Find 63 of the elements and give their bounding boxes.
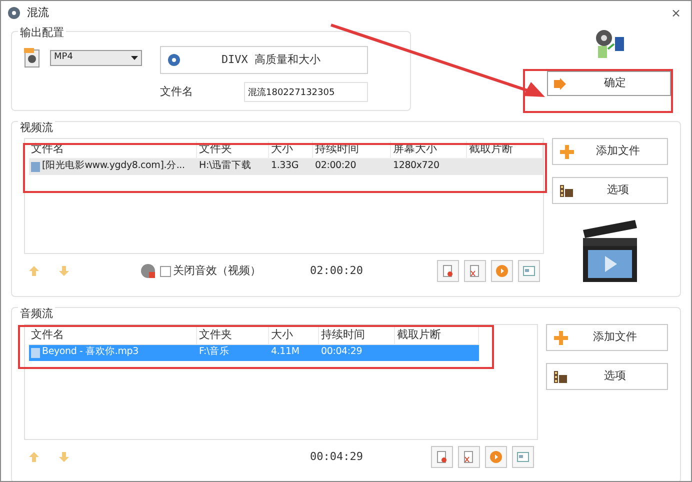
add-clip-button[interactable]: [437, 260, 459, 282]
remove-button[interactable]: [464, 260, 486, 282]
total-duration: 02:00:20: [310, 262, 363, 279]
film-icon: [552, 368, 569, 384]
table-cell-text: 1.33G: [271, 159, 299, 174]
column-header[interactable]: 持续时间: [319, 327, 395, 344]
down-arrow-icon[interactable]: [58, 451, 70, 463]
down-arrow-icon[interactable]: [58, 265, 70, 277]
window-icon: [516, 452, 529, 462]
up-arrow-icon[interactable]: [28, 451, 40, 463]
play-button[interactable]: [491, 260, 513, 282]
film-icon: [559, 182, 575, 198]
column-header[interactable]: 文件夹: [197, 327, 269, 344]
preset-button[interactable]: DIVX 高质量和大小: [160, 46, 368, 74]
window-icon: [523, 266, 535, 276]
add-file-button[interactable]: 添加文件: [546, 324, 668, 351]
video-file-icon: [24, 48, 42, 68]
options-button[interactable]: 选项: [552, 177, 668, 204]
page-icon: [443, 265, 453, 277]
film-reel-icon: [7, 6, 21, 20]
remove-button[interactable]: [458, 446, 480, 468]
arrow-right-icon: [554, 78, 566, 90]
confirm-button[interactable]: 确定: [547, 71, 671, 96]
column-header[interactable]: 大小: [269, 327, 319, 344]
table-cell-text: 1280x720: [393, 159, 440, 174]
file-icon: [31, 162, 40, 172]
page-delete-icon: [470, 265, 480, 277]
table-cell-text: H:\迅雷下载: [199, 159, 252, 174]
file-row[interactable]: [阳光电影www.ygdy8.com].分... H:\迅雷下载 1.33G 02:00:20 1280x720: [29, 158, 543, 174]
add-clip-button[interactable]: [430, 446, 453, 468]
page-delete-icon: [464, 451, 474, 463]
play-icon: [496, 265, 508, 277]
checkbox-label: 关闭音效（视频）: [173, 262, 261, 279]
column-header[interactable]: 截取片断: [395, 327, 479, 344]
play-icon: [490, 451, 502, 463]
close-button[interactable]: ×: [666, 4, 685, 22]
up-arrow-icon[interactable]: [28, 265, 40, 277]
play-button[interactable]: [484, 446, 507, 468]
table-cell-text: 00:04:29: [321, 345, 362, 360]
total-duration: 00:04:29: [310, 448, 363, 465]
media-convert-icon: [593, 29, 625, 59]
plus-icon: [552, 330, 569, 346]
table-cell-text: 4.11M: [271, 345, 300, 360]
column-header[interactable]: 文件名: [29, 327, 197, 344]
clapperboard-icon: [581, 218, 639, 282]
filename-label: 文件名: [160, 84, 194, 100]
table-cell-text: 02:00:20: [315, 159, 356, 174]
preview-button[interactable]: [512, 446, 534, 468]
format-select[interactable]: MP4: [50, 50, 142, 66]
filename-field[interactable]: 混流180227132305: [244, 82, 368, 102]
table-cell-text: F:\音乐: [199, 345, 230, 360]
options-button[interactable]: 选项: [546, 363, 668, 390]
checkbox[interactable]: [160, 266, 171, 276]
table-cell-text: Beyond - 喜欢你.mp3: [42, 345, 138, 360]
page-icon: [436, 451, 447, 463]
file-icon: [31, 348, 40, 358]
window-title: 混流: [27, 4, 49, 21]
preview-button[interactable]: [518, 260, 540, 282]
plus-icon: [559, 144, 575, 160]
dropdown-arrow-icon: [131, 56, 138, 60]
speaker-mute-icon: [140, 263, 156, 279]
add-file-button[interactable]: 添加文件: [552, 138, 668, 165]
table-cell-text: [阳光电影www.ygdy8.com].分...: [42, 159, 185, 174]
